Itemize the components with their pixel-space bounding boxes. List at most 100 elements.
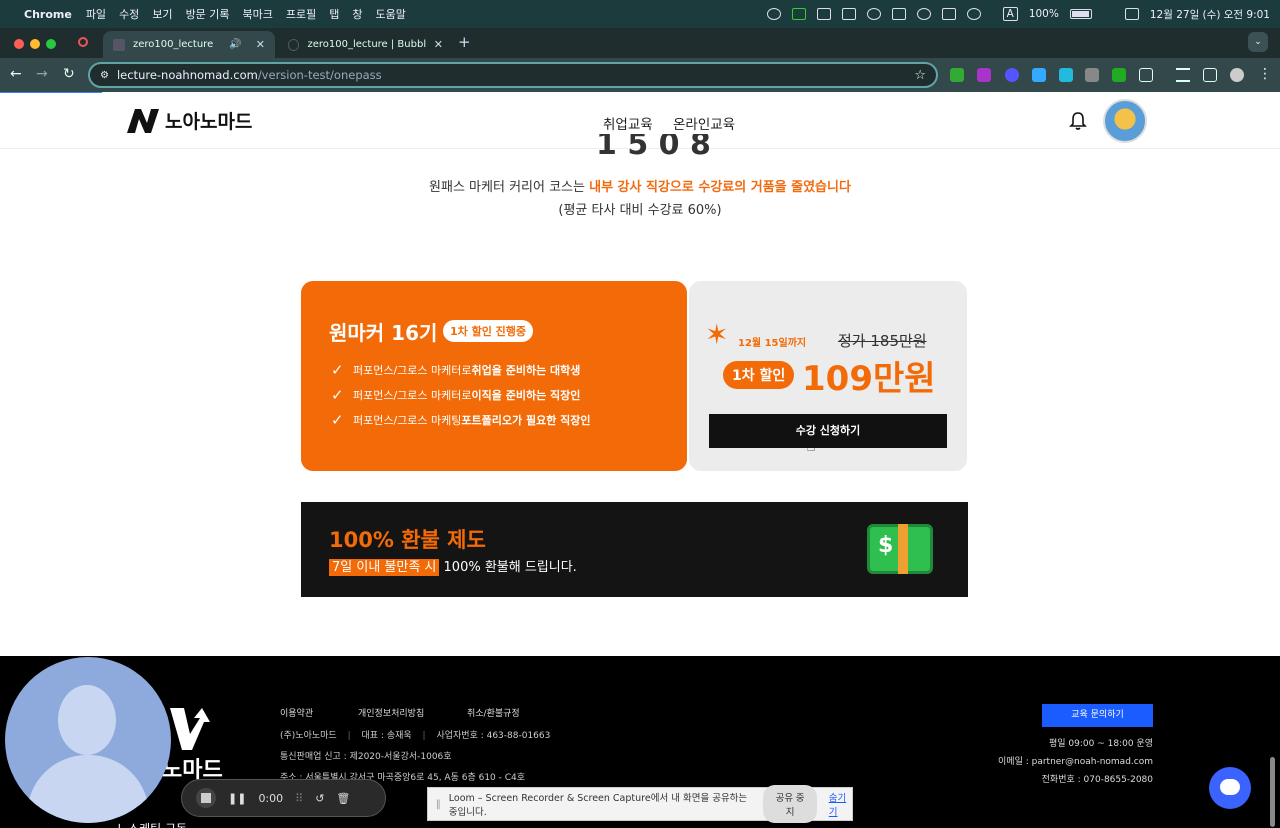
side-panel-icon[interactable] — [1203, 68, 1217, 82]
check-icon: ✓ — [331, 411, 344, 429]
menu-help[interactable]: 도움말 — [376, 6, 406, 22]
profile-avatar-icon[interactable] — [1230, 68, 1244, 82]
menu-history[interactable]: 방문 기록 — [186, 6, 230, 22]
extension-code-icon[interactable] — [1085, 68, 1099, 82]
contact-phone: 전화번호 : 070-8655-2080 — [1041, 775, 1153, 785]
bookmark-star-icon[interactable]: ☆ — [914, 68, 926, 83]
site-logo[interactable]: 노아노마드 — [127, 107, 252, 134]
menu-bookmarks[interactable]: 북마크 — [243, 6, 273, 22]
loom-camera-bubble[interactable] — [5, 657, 171, 823]
bullet-text: 퍼포먼스/그로스 마케터로 — [353, 389, 472, 402]
drag-handle-icon[interactable]: ‖ — [436, 799, 441, 810]
extension-loom-icon[interactable] — [1032, 68, 1046, 82]
menu-tab[interactable]: 탭 — [329, 6, 339, 22]
tab-close-icon[interactable]: ✕ — [434, 38, 443, 51]
mail-order-number: 통신판매업 신고 : 제2020-서울강서-1006호 — [280, 752, 452, 762]
chrome-menu-icon[interactable]: ⋮ — [1258, 66, 1272, 82]
tab-close-icon[interactable]: ✕ — [256, 38, 265, 51]
pause-icon[interactable]: ❚❚ — [228, 792, 246, 805]
macos-menubar: Chrome 파일 수정 보기 방문 기록 북마크 프로필 탭 창 도움말 A … — [0, 0, 1280, 28]
trash-icon[interactable]: 🗑 — [336, 792, 350, 805]
restart-icon[interactable]: ↺ — [315, 792, 324, 805]
footer-link-terms[interactable]: 이용약관 — [280, 706, 313, 719]
back-arrow-icon[interactable]: ← — [10, 66, 22, 82]
notification-bell-icon[interactable] — [1069, 111, 1087, 131]
forward-arrow-icon[interactable]: → — [36, 66, 48, 82]
app-menu-chrome[interactable]: Chrome — [24, 8, 72, 21]
display-icon[interactable] — [941, 8, 956, 20]
address-bar[interactable]: ⚙ lecture-noahnomad.com /version-test/on… — [88, 62, 938, 88]
reload-icon[interactable]: ↻ — [63, 66, 75, 82]
menu-profiles[interactable]: 프로필 — [286, 6, 316, 22]
extension-on-icon[interactable] — [1112, 68, 1126, 82]
course-title: 원마커 16기 — [329, 321, 438, 345]
extension-pill-icon[interactable] — [977, 68, 991, 82]
green-square-icon[interactable] — [791, 8, 806, 20]
business-number: 사업자번호 : 463-88-01663 — [436, 731, 551, 741]
apply-course-button[interactable]: 수강 신청하기 — [709, 414, 947, 448]
extension-feather-icon[interactable] — [950, 68, 964, 82]
stop-sharing-button[interactable]: 공유 중지 — [763, 785, 817, 823]
user-avatar[interactable] — [1103, 99, 1147, 143]
airdrop-icon[interactable] — [966, 8, 981, 20]
battery-icon[interactable] — [1069, 9, 1092, 19]
chat-support-button[interactable] — [1209, 767, 1251, 809]
refund-rest: 100% 환불해 드립니다. — [439, 560, 577, 575]
sale-price: 109만원 — [802, 359, 936, 399]
menu-file[interactable]: 파일 — [86, 6, 106, 22]
share-message: Loom – Screen Recorder & Screen Capture에… — [448, 793, 748, 818]
screen-record-icon[interactable] — [766, 8, 781, 20]
bullet-text: 퍼포먼스/그로스 마케팅 — [353, 414, 462, 427]
refund-banner: 100% 환불 제도 7일 이내 불만족 시 100% 환불해 드립니다. $ — [301, 502, 968, 597]
hand-pointer-cursor-icon: ☝ — [806, 436, 816, 455]
drag-handle-icon[interactable]: ⠿ — [295, 792, 303, 805]
tab-search-chevron-icon[interactable]: ⌄ — [1248, 32, 1268, 52]
menu-window[interactable]: 창 — [352, 6, 362, 22]
education-inquiry-button[interactable]: 교육 문의하기 — [1042, 704, 1153, 727]
section-heading-partial: 1 5 0 8 — [596, 134, 711, 156]
window-icon[interactable] — [841, 8, 856, 20]
browser-tab-strip: zero100_lecture 🔊 ✕ zero100_lecture | Bu… — [0, 28, 1280, 58]
footer-link-refund-policy[interactable]: 취소/환불규정 — [467, 706, 520, 719]
browser-toolbar: ← → ↻ ⚙ lecture-noahnomad.com /version-t… — [0, 58, 1280, 92]
extension-shield-icon[interactable] — [1059, 68, 1073, 82]
antenna-icon[interactable] — [891, 8, 906, 20]
tab-bubble-editor[interactable]: zero100_lecture | Bubble Edit ✕ — [278, 31, 453, 58]
tab-zero100-lecture[interactable]: zero100_lecture 🔊 ✕ — [103, 31, 275, 58]
bullet-text: 퍼포먼스/그로스 마케터로 — [353, 364, 472, 377]
input-source-indicator[interactable]: A — [1002, 7, 1018, 21]
menu-edit[interactable]: 수정 — [119, 6, 139, 22]
recording-timer: 0:00 — [258, 791, 284, 805]
hide-notification-link[interactable]: 숨기기 — [829, 790, 852, 818]
bullet-bold-text: 포트폴리오가 필요한 직장인 — [461, 414, 591, 427]
dollar-sign-icon: $ — [878, 533, 894, 558]
intro-line-1-highlight: 내부 강사 직강으로 수강료의 거품을 줄였습니다 — [589, 180, 851, 195]
zoom-window-button[interactable] — [46, 39, 56, 49]
new-tab-button[interactable]: + — [458, 33, 471, 51]
menu-view[interactable]: 보기 — [152, 6, 172, 22]
reading-list-icon[interactable] — [1176, 68, 1190, 82]
tab-favicon-icon — [113, 38, 125, 51]
grid-icon[interactable] — [816, 8, 831, 20]
extensions-puzzle-icon[interactable] — [1139, 68, 1153, 82]
control-center-icon[interactable] — [1124, 8, 1139, 20]
minimize-window-button[interactable] — [30, 39, 40, 49]
menubar-status-area: A 100% 12월 27일 (수) 오전 9:01 — [766, 0, 1270, 28]
extension-gear-icon[interactable] — [1005, 68, 1019, 82]
speaker-icon[interactable]: 🔊 — [229, 39, 241, 50]
info-icon[interactable] — [916, 8, 931, 20]
menubar-clock[interactable]: 12월 27일 (수) 오전 9:01 — [1150, 7, 1270, 22]
site-settings-icon[interactable]: ⚙ — [100, 70, 109, 81]
footer-link-privacy[interactable]: 개인정보처리방침 — [358, 706, 424, 719]
regular-price: 정가 185만원 — [838, 332, 927, 350]
nav-online-education[interactable]: 온라인교육 — [673, 113, 735, 133]
discount-label-badge: 1차 할인 — [723, 361, 795, 389]
company-name: (주)노아노마드 — [280, 731, 337, 741]
play-icon[interactable] — [866, 8, 881, 20]
close-window-button[interactable] — [14, 39, 24, 49]
page-scrollbar[interactable] — [1270, 757, 1275, 827]
person-body-placeholder — [27, 755, 149, 823]
nav-job-education[interactable]: 취업교육 — [603, 113, 653, 133]
stop-recording-button[interactable] — [196, 788, 216, 808]
contact-email: 이메일 : partner@noah-nomad.com — [998, 757, 1153, 767]
